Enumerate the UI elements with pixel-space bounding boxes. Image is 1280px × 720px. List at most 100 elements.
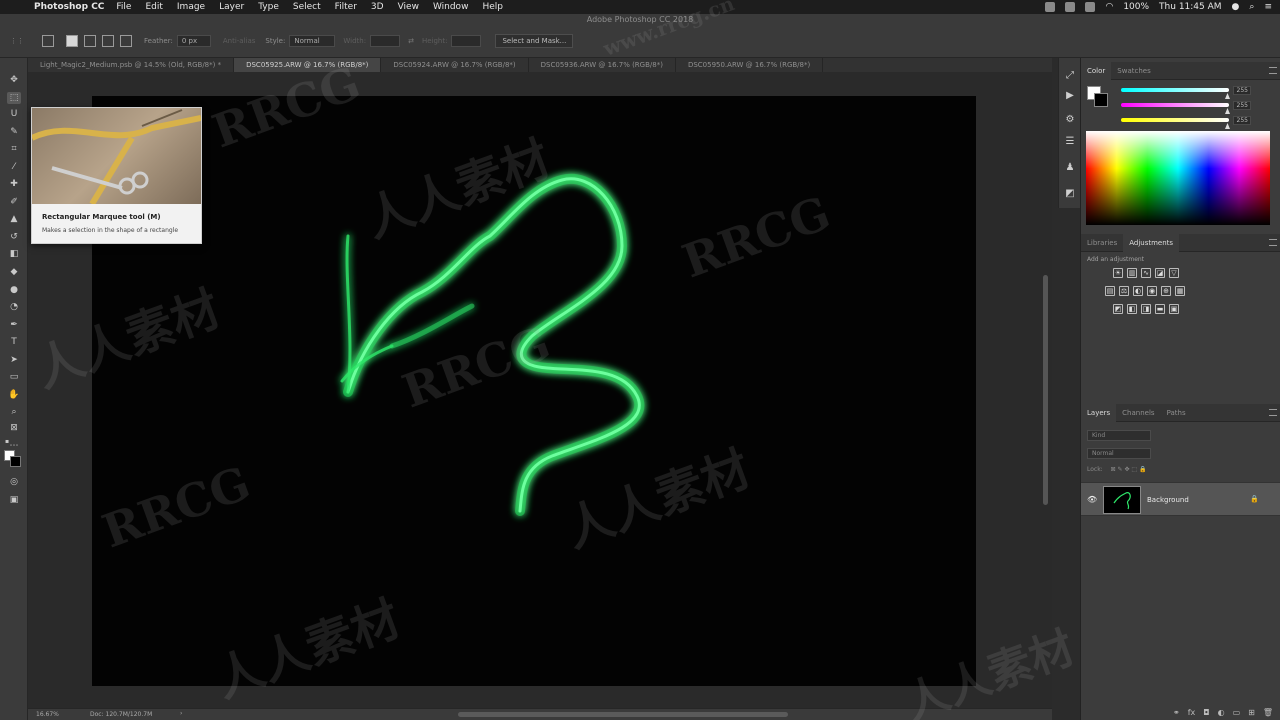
eraser-tool-icon[interactable]: ◧ xyxy=(7,248,21,260)
slider-blue-value[interactable]: 255 xyxy=(1233,116,1251,125)
tab-adjustments[interactable]: Adjustments xyxy=(1123,233,1180,252)
feather-input[interactable]: 0 px xyxy=(176,35,211,47)
menubar-app-icon[interactable] xyxy=(1045,2,1056,12)
lock-pixels-icon[interactable]: ⊠ ✎ ✥ ⬚ 🔒 xyxy=(1111,466,1147,473)
threshold-icon[interactable]: ◨ xyxy=(1141,304,1151,314)
new-selection-icon[interactable] xyxy=(66,35,78,47)
layer-visibility-icon[interactable]: 👁 xyxy=(1087,495,1097,504)
background-color-swatch[interactable] xyxy=(10,456,21,467)
menu-3d[interactable]: 3D xyxy=(371,2,384,12)
quick-mask-icon[interactable]: ◎ xyxy=(7,476,21,488)
gradient-tool-icon[interactable]: ◆ xyxy=(7,266,21,278)
drag-handle-icon[interactable]: ⋮⋮ xyxy=(10,37,24,45)
tab-libraries[interactable]: Libraries xyxy=(1081,234,1123,252)
levels-icon[interactable]: ▥ xyxy=(1127,268,1137,278)
vibrance-icon[interactable]: ▽ xyxy=(1169,268,1179,278)
channel-mixer-icon[interactable]: ⊕ xyxy=(1161,286,1171,296)
invert-icon[interactable]: ◩ xyxy=(1113,304,1123,314)
frame-tool-icon[interactable]: ⊠ xyxy=(7,422,21,434)
actions-play-icon[interactable]: ▶ xyxy=(1064,90,1076,102)
color-spectrum[interactable] xyxy=(1086,131,1270,225)
character-icon[interactable]: ♟ xyxy=(1064,162,1076,174)
hue-saturation-icon[interactable]: ▤ xyxy=(1105,286,1115,296)
notification-icon[interactable]: ≡ xyxy=(1264,2,1272,12)
menu-view[interactable]: View xyxy=(398,2,419,12)
panel-menu-icon[interactable] xyxy=(1269,409,1277,416)
tab-swatches[interactable]: Swatches xyxy=(1111,62,1156,80)
slider-red[interactable] xyxy=(1121,88,1229,92)
brush-settings-icon[interactable]: ⚙ xyxy=(1064,114,1076,126)
tab-dsc05924[interactable]: DSC05924.ARW @ 16.7% (RGB/8*) xyxy=(381,58,529,72)
slider-red-value[interactable]: 255 xyxy=(1233,86,1251,95)
slider-blue-knob[interactable] xyxy=(1225,123,1230,129)
tab-color[interactable]: Color xyxy=(1081,61,1112,80)
tab-dsc05936[interactable]: DSC05936.ARW @ 16.7% (RGB/8*) xyxy=(529,58,676,72)
color-balance-icon[interactable]: ⚖ xyxy=(1119,286,1129,296)
color-lookup-icon[interactable]: ▦ xyxy=(1175,286,1185,296)
rectangle-tool-icon[interactable]: ▭ xyxy=(7,371,21,383)
menu-filter[interactable]: Filter xyxy=(335,2,357,12)
status-menu-icon[interactable]: › xyxy=(180,710,182,717)
menu-edit[interactable]: Edit xyxy=(145,2,162,12)
adjustment-layer-icon[interactable]: ◐ xyxy=(1218,708,1225,717)
menu-window[interactable]: Window xyxy=(433,2,469,12)
menubar-app-icon[interactable] xyxy=(1065,2,1076,12)
vertical-scrollbar[interactable] xyxy=(1043,275,1048,505)
layer-filter-input[interactable]: Kind xyxy=(1087,430,1151,441)
menu-help[interactable]: Help xyxy=(482,2,503,12)
slider-green-value[interactable]: 255 xyxy=(1233,101,1251,110)
color-background-swatch[interactable] xyxy=(1094,93,1108,107)
marquee-preset-icon[interactable] xyxy=(42,35,54,47)
hand-tool-icon[interactable]: ✋ xyxy=(7,389,21,401)
clock[interactable]: Thu 11:45 AM xyxy=(1159,2,1222,12)
photo-filter-icon[interactable]: ◉ xyxy=(1147,286,1157,296)
history-brush-tool-icon[interactable]: ↺ xyxy=(7,231,21,243)
style-select[interactable]: Normal xyxy=(289,35,336,47)
path-selection-tool-icon[interactable]: ➤ xyxy=(7,354,21,366)
tab-layers[interactable]: Layers xyxy=(1081,403,1117,422)
blur-tool-icon[interactable]: ● xyxy=(7,284,21,296)
tab-dsc05950[interactable]: DSC05950.ARW @ 16.7% (RGB/8*) xyxy=(676,58,824,72)
group-icon[interactable]: ▭ xyxy=(1233,708,1241,717)
panel-menu-icon[interactable] xyxy=(1269,239,1277,246)
posterize-icon[interactable]: ◧ xyxy=(1127,304,1137,314)
select-and-mask-button[interactable]: Select and Mask... xyxy=(495,34,574,48)
tab-dsc05925[interactable]: DSC05925.ARW @ 16.7% (RGB/8*) xyxy=(234,58,382,72)
crop-tool-icon[interactable]: ⌗ xyxy=(7,143,21,155)
menu-type[interactable]: Type xyxy=(258,2,279,12)
wifi-icon[interactable]: ◠ xyxy=(1105,2,1113,12)
layer-lock-icon[interactable]: 🔒 xyxy=(1250,495,1259,503)
layer-style-icon[interactable]: fx xyxy=(1188,708,1196,717)
panel-menu-icon[interactable] xyxy=(1269,67,1277,74)
slider-red-knob[interactable] xyxy=(1225,93,1230,99)
height-input[interactable] xyxy=(451,35,482,47)
menu-select[interactable]: Select xyxy=(293,2,321,12)
curves-icon[interactable]: ∿ xyxy=(1141,268,1151,278)
delete-layer-icon[interactable]: 🗑 xyxy=(1263,708,1273,717)
default-colors-icon[interactable]: ▪ xyxy=(3,436,11,448)
screen-mode-icon[interactable]: ▣ xyxy=(7,494,21,506)
subtract-selection-icon[interactable] xyxy=(102,35,114,47)
horizontal-scrollbar[interactable] xyxy=(458,712,788,717)
history-icon[interactable]: ⤢ xyxy=(1064,70,1076,82)
lasso-tool-icon[interactable]: ᑌ xyxy=(7,108,21,120)
pen-tool-icon[interactable]: ✒ xyxy=(7,319,21,331)
document-canvas[interactable] xyxy=(92,96,976,686)
add-selection-icon[interactable] xyxy=(84,35,96,47)
layer-thumbnail[interactable] xyxy=(1103,486,1141,514)
clone-stamp-tool-icon[interactable]: ▲ xyxy=(7,213,21,225)
swap-icon[interactable]: ⇄ xyxy=(408,37,414,45)
app-menu[interactable]: Photoshop CC xyxy=(34,2,104,12)
rectangular-marquee-tool-icon[interactable]: ⬚ xyxy=(7,92,21,104)
menu-file[interactable]: File xyxy=(116,2,131,12)
layer-row-background[interactable]: 👁 Background 🔒 xyxy=(1081,482,1280,516)
zoom-level[interactable]: 16.67% xyxy=(36,711,59,718)
tab-light-magic[interactable]: Light_Magic2_Medium.psb @ 14.5% (Old, RG… xyxy=(28,58,235,72)
tab-channels[interactable]: Channels xyxy=(1116,404,1160,422)
menu-layer[interactable]: Layer xyxy=(219,2,244,12)
paragraph-icon[interactable]: ◩ xyxy=(1064,188,1076,200)
eyedropper-tool-icon[interactable]: ⁄ xyxy=(7,161,21,173)
brush-tool-icon[interactable]: ✐ xyxy=(7,196,21,208)
move-tool-icon[interactable]: ✥ xyxy=(7,74,21,86)
blend-mode-select[interactable]: Normal xyxy=(1087,448,1151,459)
